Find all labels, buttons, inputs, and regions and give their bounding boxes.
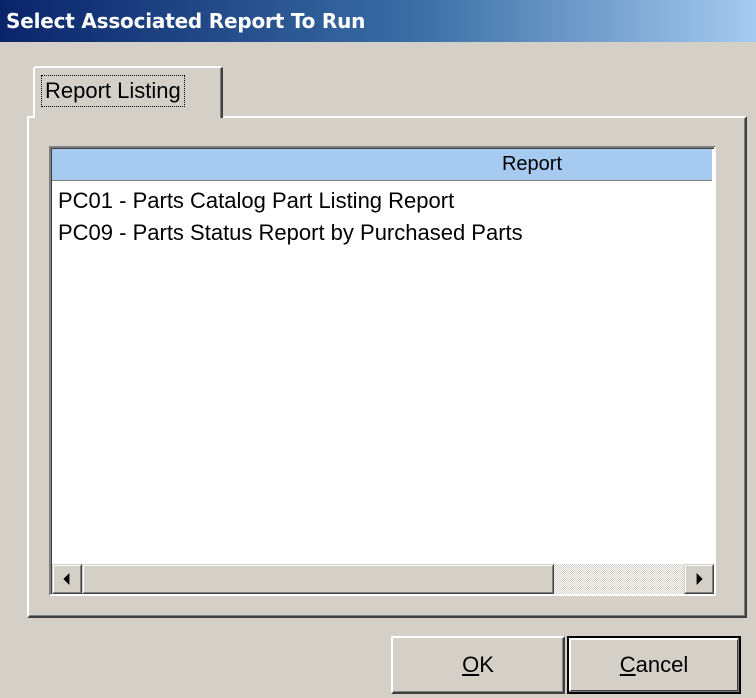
title-bar[interactable]: Select Associated Report To Run [0,0,756,42]
grid-frame: Report PC01 - Parts Catalog Part Listing… [51,148,714,594]
report-grid[interactable]: Report PC01 - Parts Catalog Part Listing… [49,146,716,596]
window-title: Select Associated Report To Run [6,9,366,33]
scroll-right-button[interactable] [684,564,714,594]
grid-rows: PC01 - Parts Catalog Part Listing Report… [58,185,523,249]
scrollbar-thumb[interactable] [82,564,554,594]
ok-button[interactable]: OK [391,636,565,694]
tab-report-listing[interactable]: Report Listing [33,66,223,118]
cancel-label-rest: ancel [635,652,689,677]
cancel-accelerator: C [619,652,636,677]
column-header-report[interactable]: Report [52,149,712,181]
table-row[interactable]: PC09 - Parts Status Report by Purchased … [58,217,523,249]
ok-label-rest: K [479,652,494,677]
tab-label: Report Listing [41,75,185,107]
dialog-window: Select Associated Report To Run Report L… [0,0,756,698]
table-row[interactable]: PC01 - Parts Catalog Part Listing Report [58,185,523,217]
column-header-label: Report [501,153,563,175]
arrow-right-icon [696,573,703,585]
horizontal-scrollbar[interactable] [52,564,714,594]
arrow-left-icon [63,573,70,585]
ok-accelerator: O [462,652,480,677]
cancel-button[interactable]: Cancel [567,636,741,694]
scroll-left-button[interactable] [52,564,82,594]
